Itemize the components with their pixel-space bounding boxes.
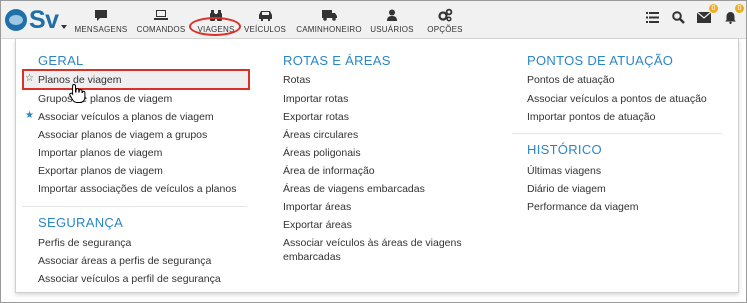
nav-label: USUÁRIOS [370, 25, 414, 34]
section-title-historico: HISTÓRICO [527, 142, 602, 157]
menu-item-importar-planos[interactable]: Importar planos de viagem [38, 147, 162, 159]
menu-item-areas-circulares[interactable]: Áreas circulares [283, 129, 358, 141]
star-outline-icon[interactable]: ☆ [25, 73, 34, 84]
menu-item-associar-veiculos-areas[interactable]: Associar veículos às áreas de viagens em… [283, 236, 483, 264]
menu-item-exportar-rotas[interactable]: Exportar rotas [283, 111, 349, 123]
menu-item-associar-planos-grupos[interactable]: Associar planos de viagem a grupos [38, 129, 207, 141]
menu-item-grupos-planos[interactable]: Grupos de planos de viagem [38, 93, 172, 105]
menu-item-ultimas-viagens[interactable]: Últimas viagens [527, 165, 601, 177]
menu-item-areas-viagens-embarcadas[interactable]: Áreas de viagens embarcadas [283, 183, 425, 195]
envelope-icon[interactable]: 0 [696, 4, 718, 25]
navbar-right-icons: 0 0 [644, 4, 744, 25]
menu-item-associar-veiculos-planos[interactable]: Associar veículos a planos de viagem [38, 111, 214, 123]
separator [22, 206, 247, 207]
menu-item-exportar-planos[interactable]: Exportar planos de viagem [38, 165, 163, 177]
nav-caminhoneiro[interactable]: CAMINHONEIRO [296, 3, 362, 37]
section-title-seguranca: SEGURANÇA [38, 215, 124, 230]
brand-logo[interactable]: Sv [5, 5, 59, 35]
brand-caret-icon[interactable] [61, 25, 67, 29]
menu-item-associar-areas-perfis[interactable]: Associar áreas a perfis de segurança [38, 255, 211, 267]
car-icon [258, 7, 273, 23]
top-navbar: Sv MENSAGENS COMANDOS VIAGENS VEÍCULOS C… [1, 1, 746, 39]
list-icon[interactable] [644, 9, 660, 25]
section-title-geral: GERAL [38, 53, 84, 68]
nav-comandos[interactable]: COMANDOS [135, 3, 187, 37]
hand-cursor-icon [68, 83, 86, 108]
menu-item-diario-viagem[interactable]: Diário de viagem [527, 183, 606, 195]
nav-veiculos[interactable]: VEÍCULOS [243, 3, 287, 37]
nav-label: COMANDOS [136, 25, 186, 34]
nav-viagens-highlight [189, 17, 241, 36]
user-icon [386, 7, 398, 23]
bell-badge: 0 [735, 4, 744, 13]
comment-icon [94, 7, 108, 23]
truck-icon [321, 7, 338, 23]
menu-item-associar-veiculos-pontos[interactable]: Associar veículos a pontos de atuação [527, 93, 707, 105]
menu-item-performance-viagem[interactable]: Performance da viagem [527, 201, 638, 213]
bell-icon[interactable]: 0 [722, 4, 744, 25]
nav-label: MENSAGENS [74, 25, 128, 34]
menu-item-associar-veiculos-perfil[interactable]: Associar veículos a perfil de segurança [38, 273, 221, 285]
viagens-dropdown-menu: GERAL ☆ Planos de viagem Grupos de plano… [15, 39, 739, 293]
laptop-icon [153, 7, 169, 23]
menu-item-area-informacao[interactable]: Área de informação [283, 165, 375, 177]
section-title-rotas-areas: ROTAS E ÁREAS [283, 53, 391, 68]
search-icon[interactable] [670, 9, 686, 25]
section-title-pontos-atuacao: PONTOS DE ATUAÇÃO [527, 53, 674, 68]
separator [512, 133, 722, 134]
menu-item-importar-associacoes[interactable]: Importar associações de veículos a plano… [38, 183, 236, 195]
menu-item-pontos-atuacao[interactable]: Pontos de atuação [527, 74, 615, 86]
menu-item-importar-rotas[interactable]: Importar rotas [283, 93, 348, 105]
menu-item-areas-poligonais[interactable]: Áreas poligonais [283, 147, 361, 159]
menu-item-perfis-seguranca[interactable]: Perfis de segurança [38, 237, 131, 249]
menu-item-exportar-areas[interactable]: Exportar áreas [283, 219, 352, 231]
envelope-badge: 0 [709, 4, 718, 13]
brand-text: Sv [29, 5, 59, 34]
nav-label: CAMINHONEIRO [296, 25, 362, 34]
nav-usuarios[interactable]: USUÁRIOS [367, 3, 417, 37]
menu-item-importar-areas[interactable]: Importar áreas [283, 201, 351, 213]
nav-opcoes[interactable]: OPÇÕES [425, 3, 465, 37]
logo-icon [5, 9, 27, 31]
nav-mensagens[interactable]: MENSAGENS [73, 3, 129, 37]
star-filled-icon[interactable]: ★ [25, 110, 34, 121]
menu-item-rotas[interactable]: Rotas [283, 74, 310, 86]
cogs-icon [437, 7, 453, 23]
nav-label: VEÍCULOS [243, 25, 287, 34]
nav-label: OPÇÕES [427, 25, 463, 34]
menu-item-importar-pontos[interactable]: Importar pontos de atuação [527, 111, 655, 123]
